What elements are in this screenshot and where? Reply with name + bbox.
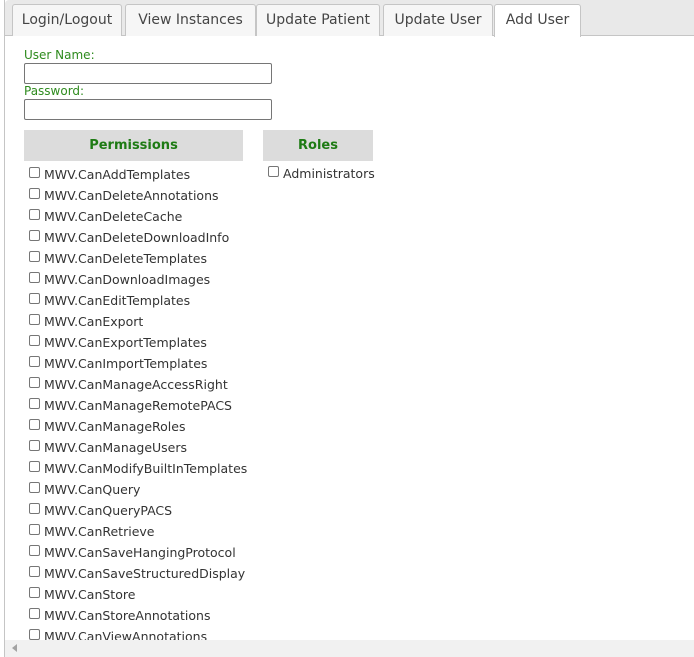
permission-item[interactable]: MWV.CanDownloadImages <box>29 269 210 290</box>
permission-checkbox[interactable] <box>29 440 40 451</box>
permission-checkbox[interactable] <box>29 209 40 220</box>
permission-checkbox[interactable] <box>29 293 40 304</box>
permission-item[interactable]: MWV.CanDeleteTemplates <box>29 248 207 269</box>
tab-bar: Login/Logout View Instances Update Patie… <box>5 0 694 37</box>
tab-login-logout[interactable]: Login/Logout <box>12 4 122 36</box>
permission-label: MWV.CanStore <box>44 587 136 602</box>
password-label: Password: <box>24 84 85 98</box>
username-input[interactable] <box>24 63 272 84</box>
tab-update-user[interactable]: Update User <box>383 4 493 36</box>
permission-checkbox[interactable] <box>29 398 40 409</box>
roles-header: Roles <box>263 130 373 161</box>
role-checkbox[interactable] <box>268 166 279 177</box>
permission-checkbox[interactable] <box>29 356 40 367</box>
password-input[interactable] <box>24 99 272 120</box>
permission-label: MWV.CanManageAccessRight <box>44 377 228 392</box>
permissions-header: Permissions <box>24 130 243 161</box>
permission-item[interactable]: MWV.CanDeleteCache <box>29 206 182 227</box>
permission-item[interactable]: MWV.CanExport <box>29 311 143 332</box>
username-label: User Name: <box>24 48 95 62</box>
permission-checkbox[interactable] <box>29 482 40 493</box>
permission-item[interactable]: MWV.CanExportTemplates <box>29 332 207 353</box>
tab-update-patient[interactable]: Update Patient <box>256 4 380 36</box>
permission-item[interactable]: MWV.CanAddTemplates <box>29 164 190 185</box>
permission-item[interactable]: MWV.CanManageRoles <box>29 416 185 437</box>
permission-label: MWV.CanManageUsers <box>44 440 188 455</box>
permission-checkbox[interactable] <box>29 377 40 388</box>
permission-item[interactable]: MWV.CanManageRemotePACS <box>29 395 232 416</box>
permission-label: MWV.CanExport <box>44 314 144 329</box>
permission-checkbox[interactable] <box>29 251 40 262</box>
permission-checkbox[interactable] <box>29 545 40 556</box>
permission-label: MWV.CanDownloadImages <box>44 272 211 287</box>
permission-label: MWV.CanDeleteTemplates <box>44 251 207 266</box>
permission-item[interactable]: MWV.CanStore <box>29 584 135 605</box>
permission-checkbox[interactable] <box>29 608 40 619</box>
permission-item[interactable]: MWV.CanSaveStructuredDisplay <box>29 563 245 584</box>
permission-checkbox[interactable] <box>29 461 40 472</box>
permission-checkbox[interactable] <box>29 524 40 535</box>
permission-label: MWV.CanSaveStructuredDisplay <box>44 566 246 581</box>
permission-checkbox[interactable] <box>29 167 40 178</box>
permission-label: MWV.CanDeleteAnnotations <box>44 188 219 203</box>
permission-label: MWV.CanEditTemplates <box>44 293 191 308</box>
permission-label: MWV.CanDeleteDownloadInfo <box>44 230 230 245</box>
permission-item[interactable]: MWV.CanQueryPACS <box>29 500 172 521</box>
permission-item[interactable]: MWV.CanImportTemplates <box>29 353 207 374</box>
permission-item[interactable]: MWV.CanManageUsers <box>29 437 187 458</box>
permission-checkbox[interactable] <box>29 230 40 241</box>
permission-label: MWV.CanManageRoles <box>44 419 186 434</box>
permission-label: MWV.CanRetrieve <box>44 524 155 539</box>
permission-checkbox[interactable] <box>29 335 40 346</box>
permission-label: MWV.CanStoreAnnotations <box>44 608 211 623</box>
permission-label: MWV.CanExportTemplates <box>44 335 207 350</box>
permission-label: MWV.CanManageRemotePACS <box>44 398 232 413</box>
horizontal-scrollbar[interactable] <box>5 640 694 657</box>
role-item[interactable]: Administrators <box>268 163 375 184</box>
permission-checkbox[interactable] <box>29 419 40 430</box>
permission-checkbox[interactable] <box>29 188 40 199</box>
permission-label: MWV.CanSaveHangingProtocol <box>44 545 236 560</box>
tab-add-user[interactable]: Add User <box>494 4 581 37</box>
permission-label: MWV.CanQuery <box>44 482 141 497</box>
permission-item[interactable]: MWV.CanDeleteDownloadInfo <box>29 227 229 248</box>
permission-label: MWV.CanDeleteCache <box>44 209 183 224</box>
permission-checkbox[interactable] <box>29 587 40 598</box>
permission-item[interactable]: MWV.CanEditTemplates <box>29 290 190 311</box>
permission-label: MWV.CanImportTemplates <box>44 356 208 371</box>
tab-view-instances[interactable]: View Instances <box>125 4 256 36</box>
permission-item[interactable]: MWV.CanDeleteAnnotations <box>29 185 219 206</box>
permission-item[interactable]: MWV.CanRetrieve <box>29 521 154 542</box>
permission-checkbox[interactable] <box>29 272 40 283</box>
role-label: Administrators <box>283 166 375 181</box>
permission-checkbox[interactable] <box>29 629 40 640</box>
permission-item[interactable]: MWV.CanModifyBuiltInTemplates <box>29 458 247 479</box>
permission-item[interactable]: MWV.CanStoreAnnotations <box>29 605 210 626</box>
permission-label: MWV.CanModifyBuiltInTemplates <box>44 461 248 476</box>
permission-label: MWV.CanQueryPACS <box>44 503 173 518</box>
scroll-left-arrow-icon[interactable] <box>12 644 17 652</box>
permission-item[interactable]: MWV.CanManageAccessRight <box>29 374 228 395</box>
permission-item[interactable]: MWV.CanSaveHangingProtocol <box>29 542 236 563</box>
permission-item[interactable]: MWV.CanQuery <box>29 479 140 500</box>
permission-checkbox[interactable] <box>29 503 40 514</box>
permission-checkbox[interactable] <box>29 314 40 325</box>
permission-label: MWV.CanAddTemplates <box>44 167 191 182</box>
permission-checkbox[interactable] <box>29 566 40 577</box>
